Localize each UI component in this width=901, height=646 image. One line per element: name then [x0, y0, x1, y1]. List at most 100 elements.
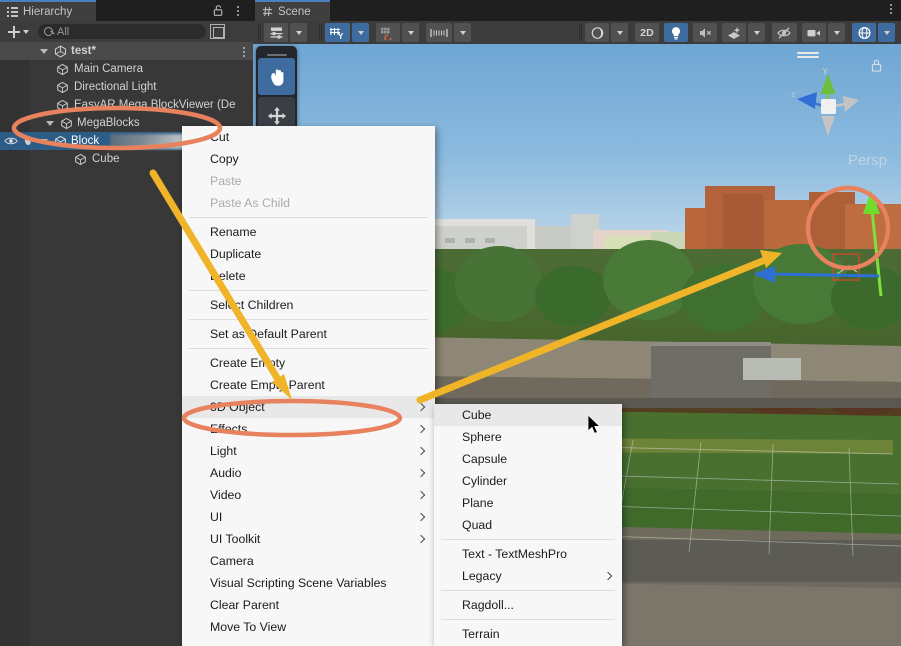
scene-row-kebab-icon[interactable]: [243, 47, 245, 57]
shading-dropdown-button[interactable]: [611, 23, 628, 42]
chevron-down-icon[interactable]: [44, 117, 56, 129]
grid-dropdown-button[interactable]: [352, 23, 369, 42]
add-gameobject-button[interactable]: [5, 23, 32, 40]
hierarchy-row-label: Main Camera: [74, 63, 143, 75]
scene-camera-button[interactable]: [802, 23, 826, 42]
chevron-down-icon: [358, 31, 364, 35]
menu-item-create-empty-parent[interactable]: Create Empty Parent: [182, 374, 435, 396]
snap-dropdown-button[interactable]: [402, 23, 419, 42]
menu-item-visual-scripting-scene-variables[interactable]: Visual Scripting Scene Variables: [182, 572, 435, 594]
menu-item-duplicate[interactable]: Duplicate: [182, 243, 435, 265]
search-value: All: [57, 26, 69, 38]
menu-item-ui[interactable]: UI: [182, 506, 435, 528]
hierarchy-row-directional-light[interactable]: Directional Light: [0, 78, 253, 96]
submenu-item-plane[interactable]: Plane: [434, 492, 622, 514]
menu-item-delete[interactable]: Delete: [182, 265, 435, 287]
hand-tool-button[interactable]: [258, 58, 295, 95]
effects-group: [722, 23, 767, 42]
search-input[interactable]: All: [38, 24, 206, 39]
submenu-item-capsule[interactable]: Capsule: [434, 448, 622, 470]
hierarchy-row-label: EasyAR.Mega.BlockViewer (De: [74, 99, 236, 111]
menu-item-rename[interactable]: Rename: [182, 221, 435, 243]
scene-audio-button[interactable]: [693, 23, 717, 42]
menu-item-copy[interactable]: Copy: [182, 148, 435, 170]
snap-increment-button[interactable]: [426, 23, 452, 42]
submenu-item-terrain[interactable]: Terrain: [434, 623, 622, 645]
menu-item-move-to-view[interactable]: Move To View: [182, 616, 435, 638]
hierarchy-row-blockviewer[interactable]: EasyAR.Mega.BlockViewer (De: [0, 96, 253, 114]
menu-item-create-empty[interactable]: Create Empty: [182, 352, 435, 374]
hierarchy-row-label: MegaBlocks: [77, 117, 140, 129]
draw-mode-dropdown-button[interactable]: [290, 23, 307, 42]
scene-camera-icon: [806, 27, 822, 39]
hierarchy-row-main-camera[interactable]: Main Camera: [0, 60, 253, 78]
submenu-item-text-textmeshpro[interactable]: Text - TextMeshPro: [434, 543, 622, 565]
menu-item-clear-parent[interactable]: Clear Parent: [182, 594, 435, 616]
scene-lighting-button[interactable]: [664, 23, 688, 42]
menu-item-ui-toolkit[interactable]: UI Toolkit: [182, 528, 435, 550]
menu-item-effects[interactable]: Effects: [182, 418, 435, 440]
chevron-right-icon: [418, 514, 424, 520]
gameobject-cube-icon: [54, 135, 67, 148]
menu-item-label: Sphere: [462, 430, 502, 444]
eye-visibility-icon[interactable]: [4, 136, 18, 146]
viewport-lock-icon[interactable]: [870, 58, 883, 73]
3d-object-submenu[interactable]: Cube Sphere Capsule Cylinder Plane Quad …: [434, 404, 622, 646]
shaded-draw-mode-button[interactable]: [264, 23, 288, 42]
gizmo-axis-y-label: y: [823, 65, 828, 75]
pickable-hand-icon[interactable]: [22, 135, 34, 147]
scene-orientation-gizmo[interactable]: y z: [785, 64, 871, 150]
snap-increment-dropdown-button[interactable]: [454, 23, 471, 42]
tab-hierarchy[interactable]: Hierarchy: [0, 0, 96, 21]
menu-separator: [441, 590, 615, 591]
gizmos-dropdown-button[interactable]: [878, 23, 895, 42]
menu-item-3d-object[interactable]: 3D Object: [182, 396, 435, 418]
menu-item-label: Camera: [210, 554, 254, 568]
menu-item-label: Cylinder: [462, 474, 507, 488]
chevron-down-icon[interactable]: [38, 45, 50, 57]
unity-editor-window: Hierarchy All: [0, 0, 901, 646]
camera-dropdown-button[interactable]: [828, 23, 845, 42]
gizmos-button[interactable]: [852, 23, 876, 42]
submenu-item-cylinder[interactable]: Cylinder: [434, 470, 622, 492]
menu-item-label: Audio: [210, 466, 241, 480]
scene-visibility-button[interactable]: [772, 23, 797, 42]
gameobject-cube-icon: [74, 153, 87, 166]
toolbar-divider: [258, 25, 259, 40]
menu-item-set-as-default-parent[interactable]: Set as Default Parent: [182, 323, 435, 345]
menu-item-cut[interactable]: Cut: [182, 126, 435, 148]
gizmo-projection-label[interactable]: Persp: [848, 152, 887, 169]
menu-item-audio[interactable]: Audio: [182, 462, 435, 484]
menu-separator: [441, 619, 615, 620]
chevron-down-icon[interactable]: [38, 135, 50, 147]
grid-snap-button[interactable]: [376, 23, 400, 42]
mouse-cursor: [588, 415, 602, 435]
hierarchy-context-menu[interactable]: Cut Copy Paste Paste As Child Rename Dup…: [182, 126, 435, 646]
scene-lighting-icon: [670, 26, 682, 40]
submenu-item-legacy[interactable]: Legacy: [434, 565, 622, 587]
shading-mode-button[interactable]: [585, 23, 609, 42]
overlay-drag-handle[interactable]: [267, 54, 287, 56]
scene-options-kebab-icon[interactable]: [890, 4, 892, 14]
menu-item-select-children[interactable]: Select Children: [182, 294, 435, 316]
grid-axis-button[interactable]: Y: [325, 23, 350, 42]
tab-scene[interactable]: Scene: [255, 0, 330, 21]
submenu-item-ragdoll[interactable]: Ragdoll...: [434, 594, 622, 616]
menu-item-video[interactable]: Video: [182, 484, 435, 506]
lock-open-icon[interactable]: [212, 4, 225, 17]
scene-effects-button[interactable]: [722, 23, 746, 42]
2d-toggle-button[interactable]: 2D: [635, 23, 659, 42]
effects-dropdown-button[interactable]: [748, 23, 765, 42]
menu-item-label: Paste: [210, 174, 241, 188]
menu-item-label: Quad: [462, 518, 492, 532]
menu-item-camera[interactable]: Camera: [182, 550, 435, 572]
hierarchy-row-label: test*: [71, 45, 96, 57]
menu-item-label: Legacy: [462, 569, 502, 583]
expand-window-icon[interactable]: [210, 24, 225, 39]
submenu-item-quad[interactable]: Quad: [434, 514, 622, 536]
viewport-grip-icon[interactable]: [797, 52, 819, 54]
menu-item-label: Cut: [210, 130, 229, 144]
hierarchy-scene-root-row[interactable]: test*: [0, 42, 253, 60]
menu-item-light[interactable]: Light: [182, 440, 435, 462]
hierarchy-options-kebab-icon[interactable]: [232, 4, 244, 17]
